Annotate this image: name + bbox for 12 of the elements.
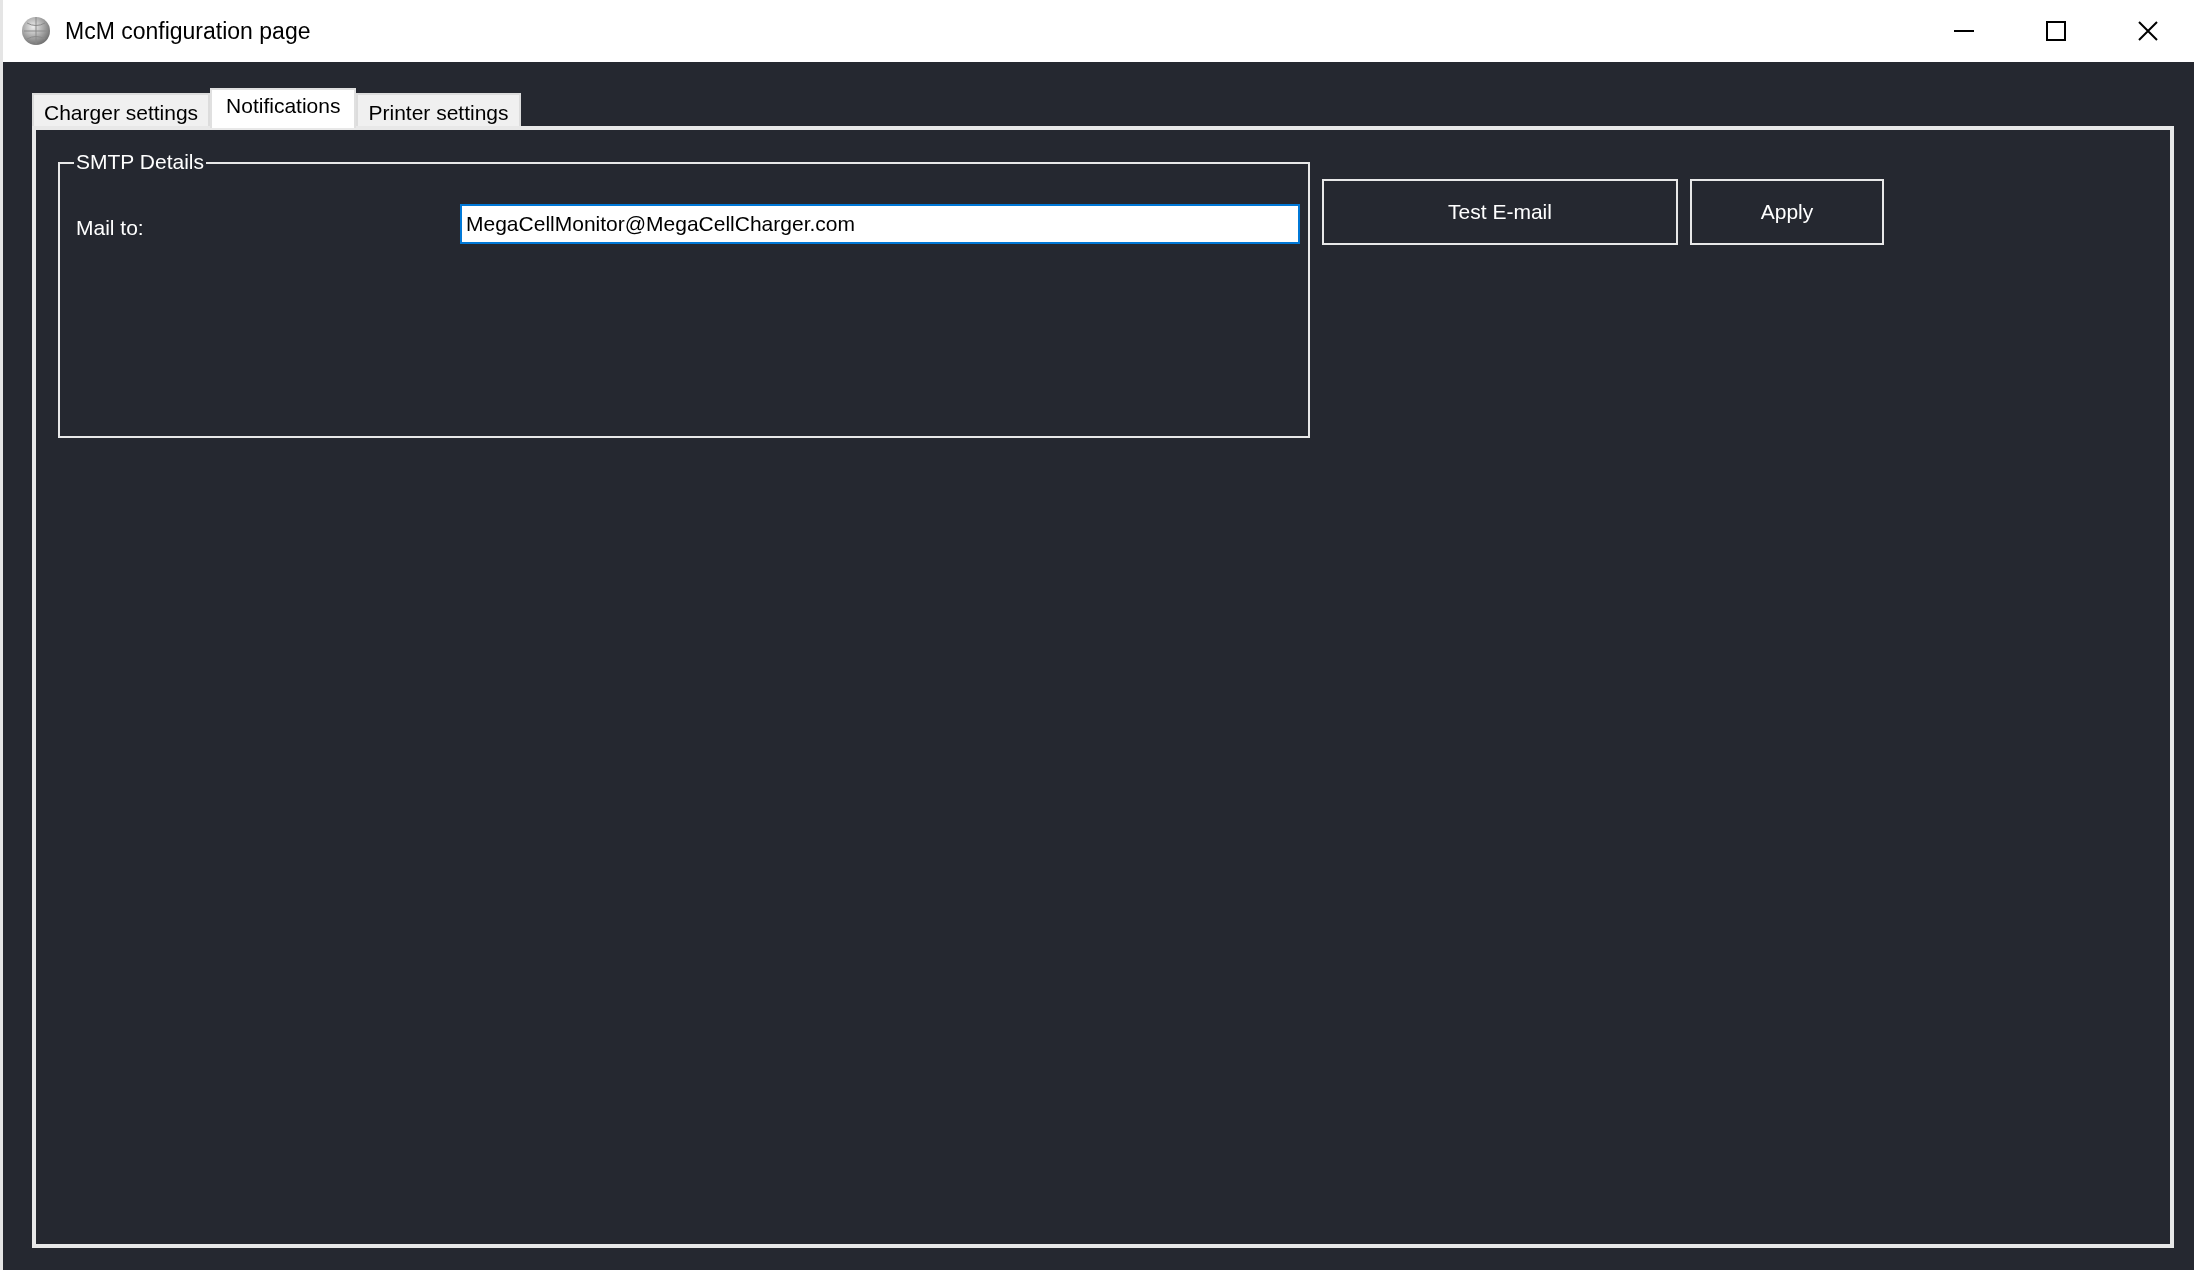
test-email-button[interactable]: Test E-mail [1322, 179, 1678, 245]
tab[interactable]: Printer settings [356, 93, 521, 128]
window-title: McM configuration page [65, 16, 311, 46]
mail-to-label: Mail to: [76, 215, 145, 242]
close-icon [2138, 21, 2158, 41]
apply-button[interactable]: Apply [1690, 179, 1884, 245]
tab[interactable]: Notifications [210, 88, 357, 128]
maximize-icon [2046, 21, 2066, 41]
minimize-icon [1954, 30, 1974, 32]
mail-to-input[interactable]: MegaCellMonitor@MegaCellCharger.com [460, 204, 1300, 244]
tab[interactable]: Charger settings [32, 93, 211, 128]
app-globe-icon [21, 16, 51, 46]
